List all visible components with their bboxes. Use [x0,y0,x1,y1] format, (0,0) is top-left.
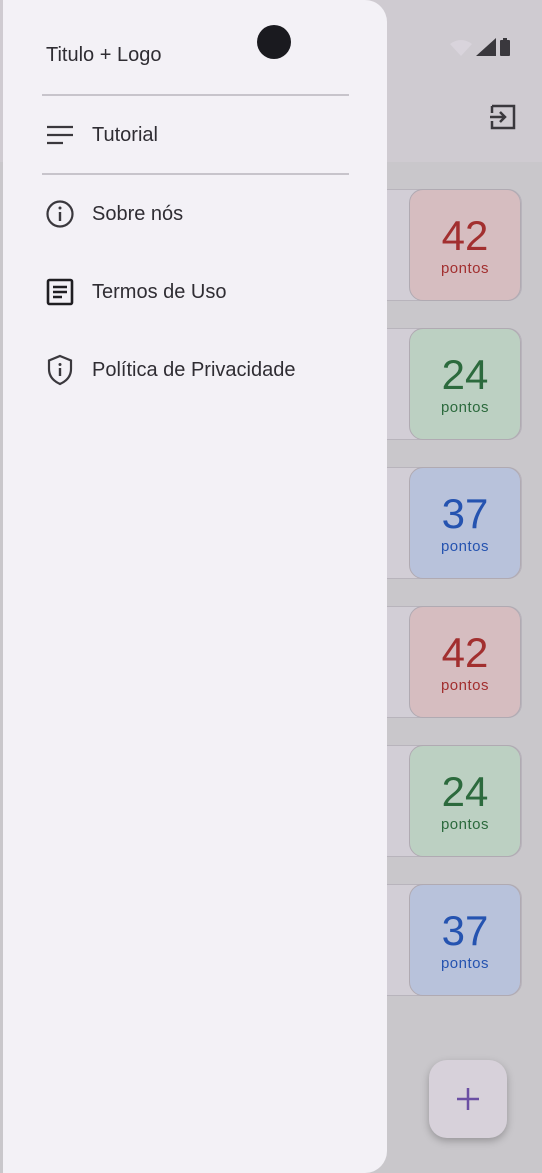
score-unit: pontos [440,954,490,972]
signal-icon [476,38,496,56]
shield-info-icon [42,352,78,388]
score-badge: 42 pontos [409,189,521,301]
drawer-item-label: Tutorial [92,123,158,146]
add-button[interactable] [429,1060,507,1138]
menu-lines-icon [42,117,78,153]
camera-cutout [257,25,291,59]
drawer-item-label: Termos de Uso [92,280,227,303]
score-value: 24 [441,350,489,398]
score-value: 37 [441,489,489,537]
score-unit: pontos [440,676,490,694]
battery-icon [500,38,510,56]
drawer-item-termos-de-uso[interactable]: Termos de Uso [42,267,349,317]
drawer-item-label: Sobre nós [92,202,184,225]
wifi-icon [450,40,472,56]
score-value: 24 [441,767,489,815]
logout-icon[interactable] [488,102,518,132]
score-value: 42 [441,211,489,259]
drawer-item-tutorial[interactable]: Tutorial [42,110,349,160]
score-value: 42 [441,628,489,676]
score-badge: 37 pontos [409,884,521,996]
score-badge: 24 pontos [409,745,521,857]
drawer-item-sobre-nos[interactable]: Sobre nós [42,189,349,239]
divider [42,173,349,175]
drawer-item-label: Política de Privacidade [92,358,296,381]
drawer-item-politica-de-privacidade[interactable]: Política de Privacidade [42,345,349,395]
score-value: 37 [441,906,489,954]
score-badge: 42 pontos [409,606,521,718]
document-icon [42,274,78,310]
plus-icon [457,1088,479,1110]
score-unit: pontos [440,815,490,833]
score-unit: pontos [440,259,490,277]
score-badge: 24 pontos [409,328,521,440]
screen: 42 pontos 24 pontos 37 pontos 42 pontos 24 pontos… [0,0,542,1173]
score-unit: pontos [440,537,490,555]
status-icons [450,38,510,56]
divider [42,94,349,96]
navigation-drawer: Titulo + Logo Tutorial Sobre nós Termos … [3,0,387,1173]
info-icon [42,196,78,232]
drawer-title: Titulo + Logo [46,44,162,66]
score-badge: 37 pontos [409,467,521,579]
score-unit: pontos [440,398,490,416]
